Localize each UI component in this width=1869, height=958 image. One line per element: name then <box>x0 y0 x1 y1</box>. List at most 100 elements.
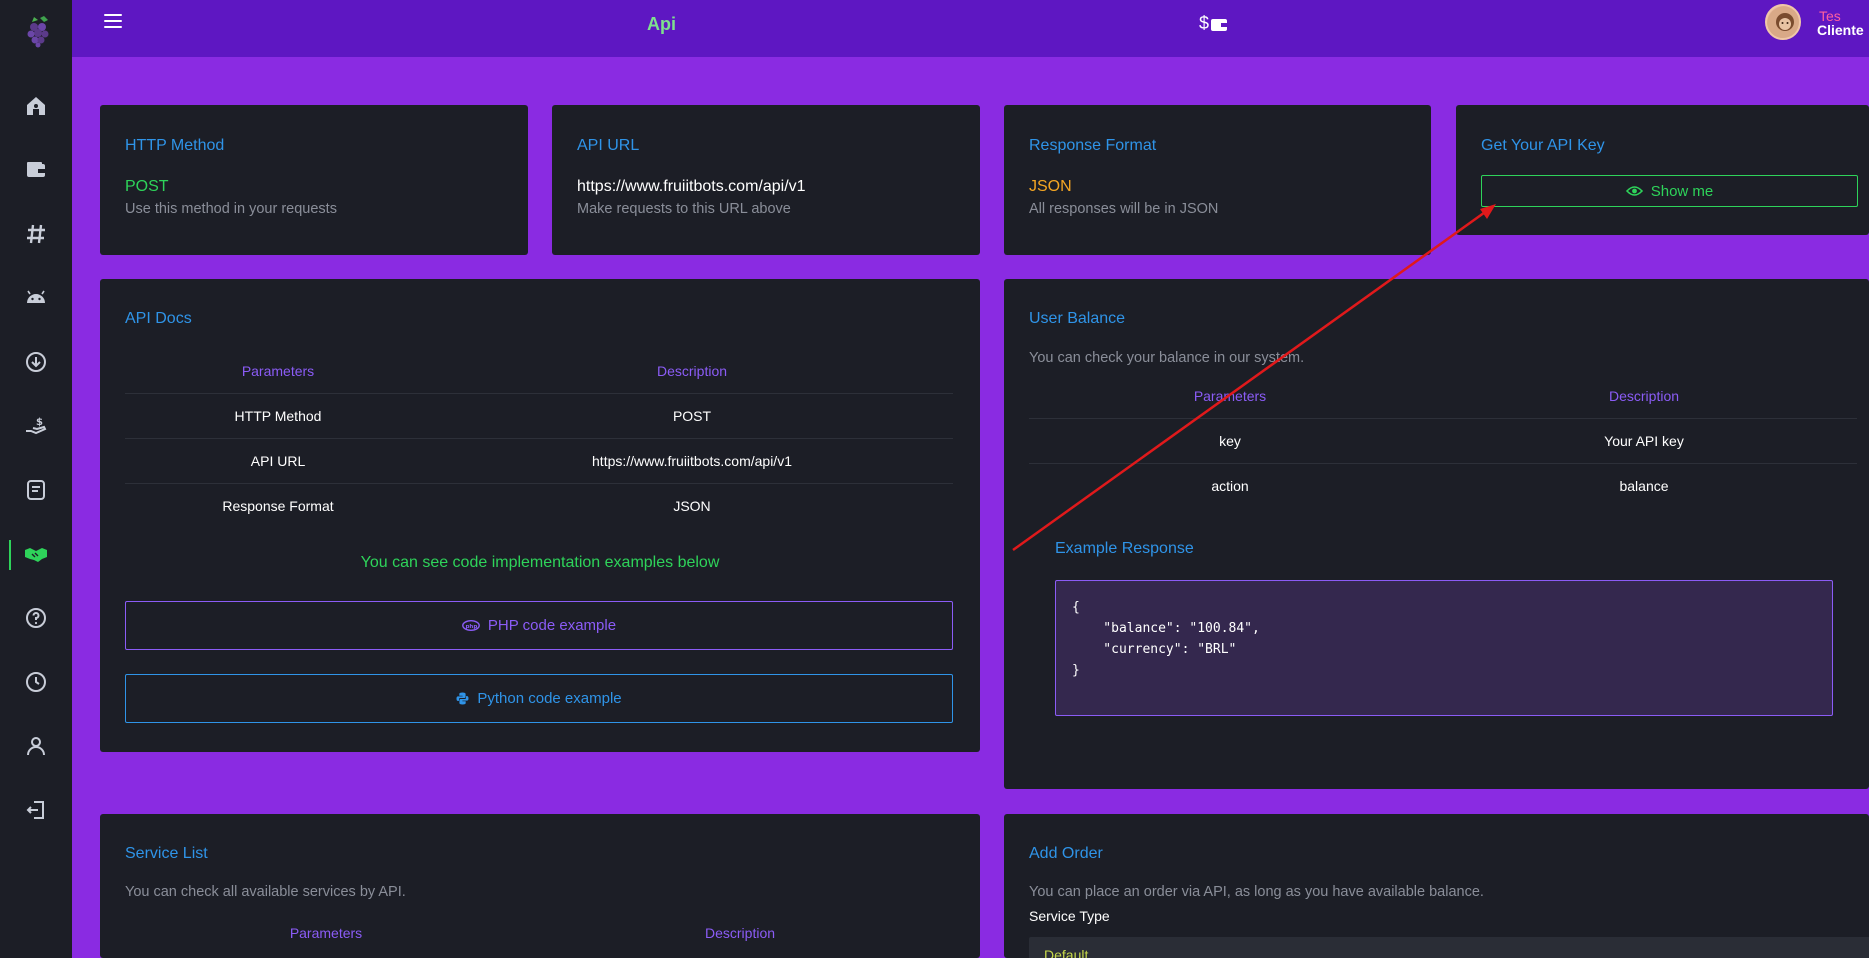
param-cell: action <box>1029 462 1431 508</box>
clock-icon <box>26 672 46 692</box>
sidebar-item-downloads[interactable] <box>0 338 72 386</box>
example-response-title: Example Response <box>1055 540 1194 557</box>
show-api-key-label: Show me <box>1650 182 1714 200</box>
sidebar-item-api[interactable] <box>0 530 72 578</box>
table-row: action balance <box>1029 462 1857 508</box>
handshake-icon <box>25 548 47 562</box>
php-button-label: PHP code example <box>487 617 617 634</box>
table-row: Response Format JSON <box>125 482 953 528</box>
http-method-value: POST <box>125 178 169 195</box>
response-format-value: JSON <box>1029 178 1072 195</box>
sidebar-item-wallet[interactable] <box>0 146 72 194</box>
card-title: Get Your API Key <box>1481 137 1605 154</box>
user-balance-description: You can check your balance in our system… <box>1029 350 1305 366</box>
help-icon <box>26 608 46 628</box>
sidebar-item-bots[interactable] <box>0 274 72 322</box>
description-cell: POST <box>431 392 953 438</box>
card-title: Service List <box>125 845 208 862</box>
balance-button[interactable]: $ <box>1199 13 1228 34</box>
sidebar-item-services[interactable] <box>0 210 72 258</box>
api-url-value: https://www.fruiitbots.com/api/v1 <box>577 178 806 195</box>
sidebar-item-history[interactable] <box>0 658 72 706</box>
wallet-icon <box>1211 18 1228 31</box>
home-icon <box>27 97 45 115</box>
api-url-card: API URL https://www.fruiitbots.com/api/v… <box>552 105 980 255</box>
column-header: Description <box>704 925 776 941</box>
user-icon <box>27 737 45 756</box>
python-code-example-button[interactable]: Python code example <box>125 674 953 723</box>
response-format-description: All responses will be in JSON <box>1029 201 1219 217</box>
card-title: User Balance <box>1029 310 1126 327</box>
svg-text:php: php <box>465 624 477 630</box>
service-type-label: Service Type <box>1029 908 1110 924</box>
service-list-description: You can check all available services by … <box>125 884 406 900</box>
grapes-logo-icon[interactable] <box>22 14 56 48</box>
card-title: HTTP Method <box>125 137 225 154</box>
param-cell: API URL <box>125 437 431 483</box>
api-docs-card: API Docs Parameters Description HTTP Met… <box>100 279 980 752</box>
description-cell: Your API key <box>1431 417 1857 463</box>
user-balance-card: User Balance You can check your balance … <box>1004 279 1869 789</box>
card-title: API Docs <box>125 310 192 327</box>
menu-toggle-icon[interactable] <box>104 14 122 30</box>
description-cell: https://www.fruiitbots.com/api/v1 <box>431 437 953 483</box>
table-header-row: Parameters Description <box>1029 374 1857 418</box>
sidebar-item-home[interactable] <box>0 82 72 130</box>
param-cell: HTTP Method <box>125 392 431 438</box>
sidebar: $ <box>0 0 72 958</box>
user-balance-table: Parameters Description key Your API key … <box>1029 374 1857 508</box>
service-type-select[interactable]: Default <box>1029 937 1869 958</box>
card-title: API URL <box>577 137 640 154</box>
hashtag-icon <box>27 224 45 244</box>
service-type-value: Default <box>1044 947 1089 958</box>
card-title: Add Order <box>1029 845 1103 862</box>
php-icon: php <box>462 620 480 631</box>
svg-text:$: $ <box>36 417 43 428</box>
sidebar-item-orders[interactable] <box>0 466 72 514</box>
http-method-card: HTTP Method POST Use this method in your… <box>100 105 528 255</box>
code-examples-hint: You can see code implementation examples… <box>360 554 720 571</box>
column-header: Parameters <box>241 362 315 379</box>
hand-money-icon: $ <box>26 417 47 435</box>
php-code-example-button[interactable]: php PHP code example <box>125 601 953 650</box>
http-method-description: Use this method in your requests <box>125 201 337 217</box>
api-key-card: Get Your API Key Show me <box>1456 105 1869 235</box>
sidebar-item-account[interactable] <box>0 722 72 770</box>
user-last-name: Cliente <box>1817 22 1864 38</box>
eye-icon <box>1625 186 1643 196</box>
description-cell: balance <box>1431 462 1857 508</box>
api-docs-table: Parameters Description HTTP Method POST … <box>125 349 953 528</box>
python-button-label: Python code example <box>477 690 622 707</box>
sidebar-item-payments[interactable]: $ <box>0 402 72 450</box>
download-icon <box>26 352 46 372</box>
table-row: key Your API key <box>1029 417 1857 463</box>
python-icon <box>456 692 469 705</box>
card-title: Response Format <box>1029 137 1157 154</box>
add-order-card: Add Order You can place an order via API… <box>1004 814 1869 958</box>
column-header: Description <box>656 362 728 379</box>
avatar[interactable] <box>1765 4 1801 40</box>
column-header: Description <box>1608 387 1680 404</box>
sidebar-item-help[interactable] <box>0 594 72 642</box>
service-list-table: Parameters Description <box>125 911 953 955</box>
dollar-sign: $ <box>1199 13 1210 33</box>
page-title: Api <box>647 14 676 34</box>
topbar: Api $ Tes Cliente <box>72 0 1869 57</box>
api-url-description: Make requests to this URL above <box>577 201 791 217</box>
response-format-card: Response Format JSON All responses will … <box>1004 105 1431 255</box>
wallet-icon <box>27 162 45 177</box>
table-row: API URL https://www.fruiitbots.com/api/v… <box>125 437 953 483</box>
android-icon <box>27 290 45 303</box>
sidebar-item-logout[interactable] <box>0 786 72 834</box>
table-header-row: Parameters Description <box>125 911 953 955</box>
add-order-description: You can place an order via API, as long … <box>1029 884 1484 900</box>
service-list-card: Service List You can check all available… <box>100 814 980 958</box>
column-header: Parameters <box>289 925 363 941</box>
param-cell: key <box>1029 417 1431 463</box>
logout-icon <box>26 801 44 819</box>
orders-icon <box>27 480 45 500</box>
column-header: Parameters <box>1193 387 1267 404</box>
table-row: HTTP Method POST <box>125 392 953 438</box>
show-api-key-button[interactable]: Show me <box>1481 175 1858 207</box>
table-header-row: Parameters Description <box>125 349 953 393</box>
